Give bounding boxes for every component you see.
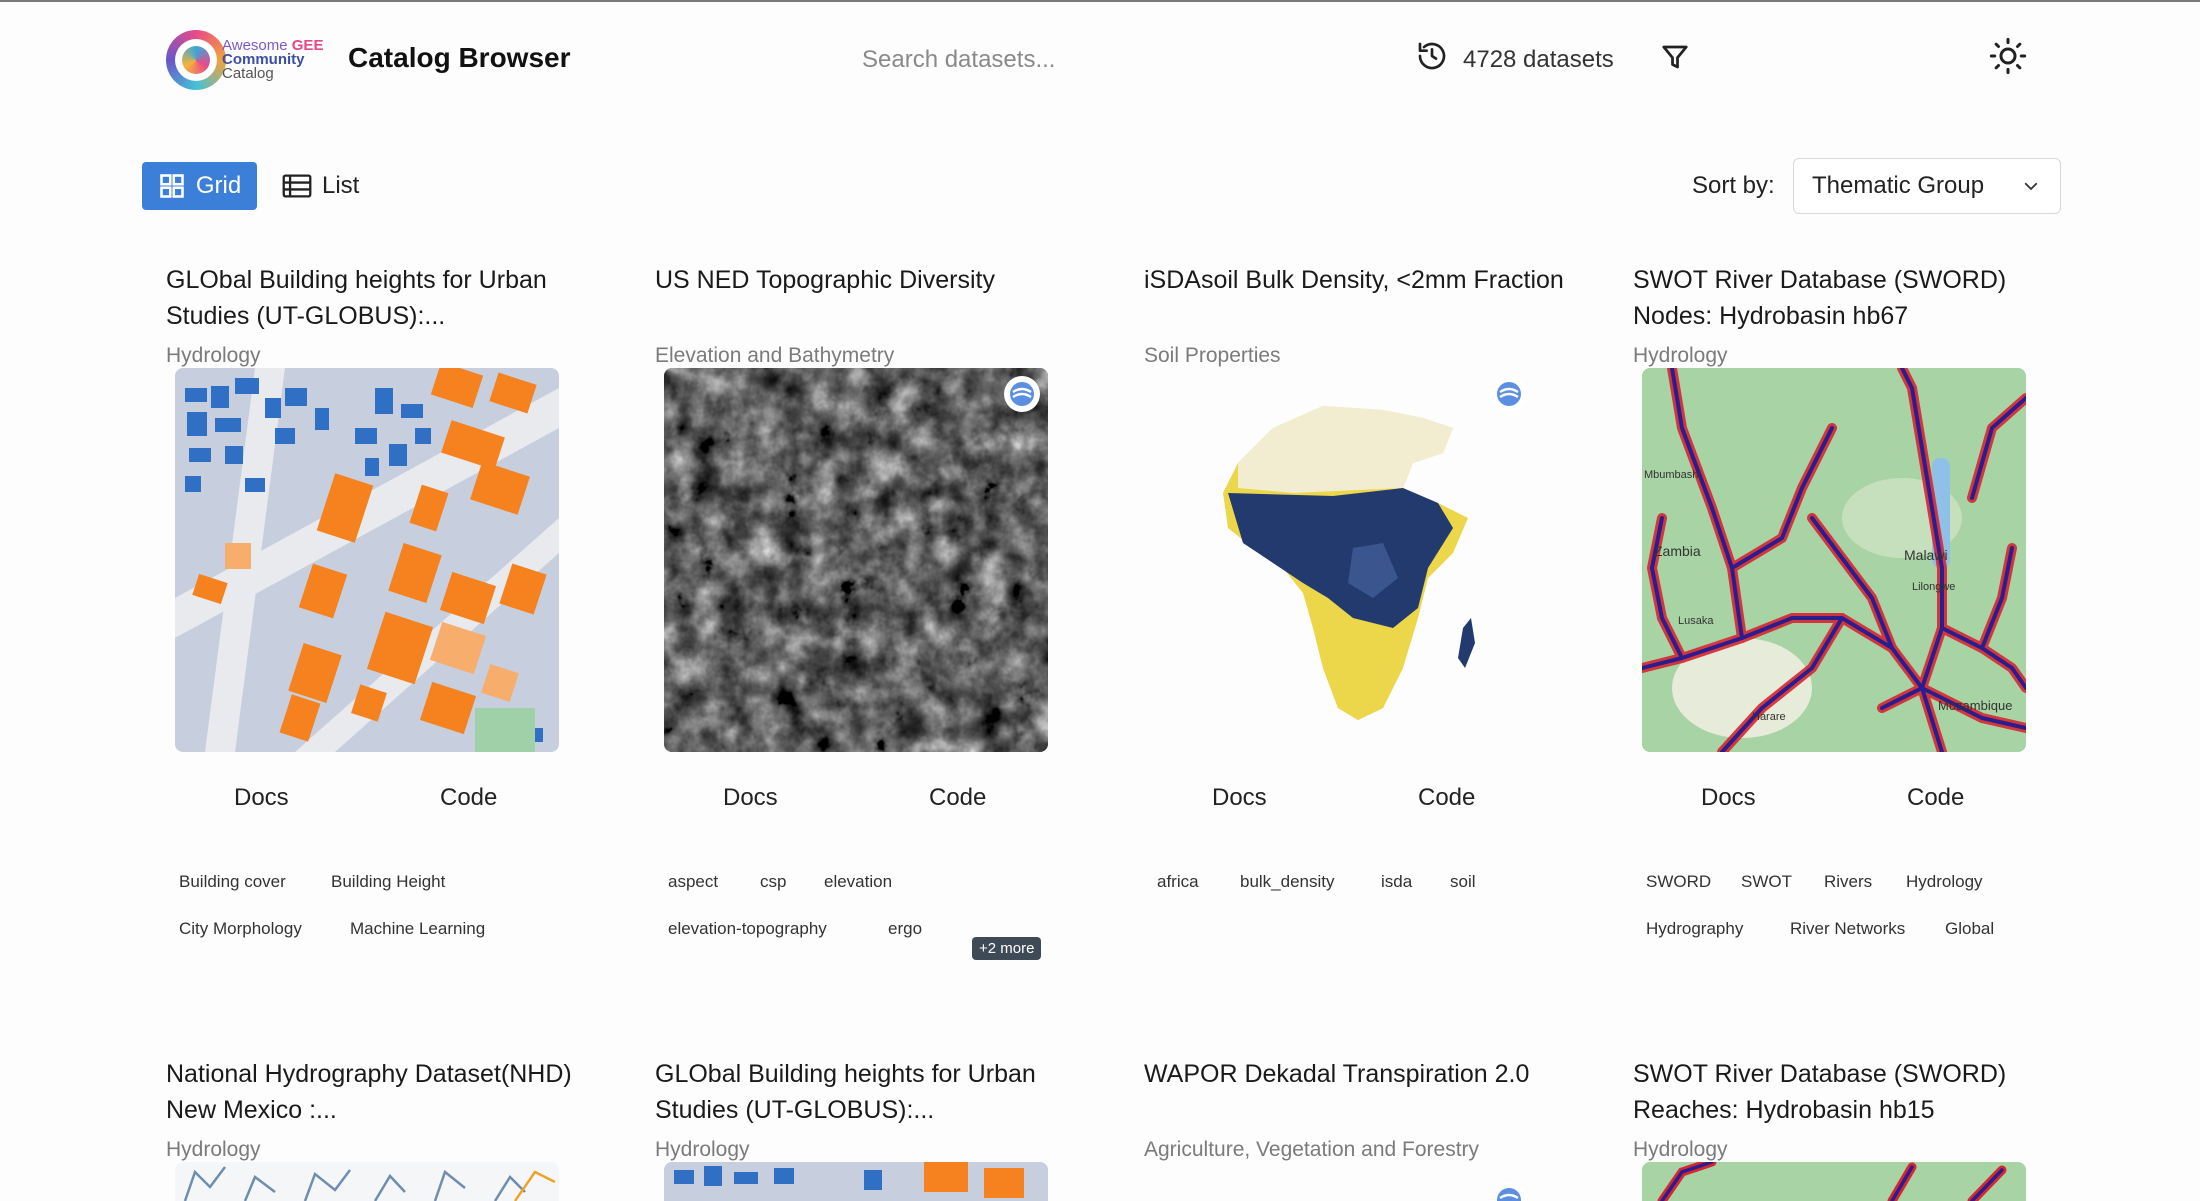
tag[interactable]: aspect <box>668 872 718 892</box>
card-category: Hydrology <box>655 1138 750 1161</box>
grid-view-label: Grid <box>195 172 242 199</box>
more-tags-badge[interactable]: +2 more <box>972 937 1042 960</box>
tag[interactable]: csp <box>760 872 786 892</box>
sort-label: Sort by: <box>1692 172 1775 199</box>
list-view-label: List <box>322 172 360 199</box>
card-title[interactable]: GLObal Building heights for Urban Studie… <box>655 1056 1095 1128</box>
card-title[interactable]: iSDAsoil Bulk Density, <2mm Fraction <box>1144 262 1584 298</box>
tag[interactable]: Hydrography <box>1646 919 1743 939</box>
history-icon[interactable] <box>1416 40 1448 72</box>
map-label: Harare <box>1752 711 1786 723</box>
card-title[interactable]: US NED Topographic Diversity <box>655 262 1095 298</box>
card-thumbnail[interactable] <box>1153 368 1537 752</box>
card-category: Hydrology <box>166 1138 261 1161</box>
tag[interactable]: isda <box>1381 872 1412 892</box>
dataset-count: 4728 datasets <box>1463 46 1614 73</box>
gee-logo-icon <box>1004 376 1040 412</box>
sun-icon[interactable] <box>1988 36 2028 76</box>
river-network-map-image: Zambia Malawi Lilongwe Lusaka Harare Moz… <box>1642 368 2026 752</box>
tag[interactable]: SWORD <box>1646 872 1711 892</box>
map-label: Mbumbashi <box>1644 469 1701 481</box>
filter-icon[interactable] <box>1660 42 1690 72</box>
card-thumbnail[interactable] <box>1642 1162 2026 1201</box>
grid-view-button[interactable]: Grid <box>142 162 257 210</box>
sort-value: Thematic Group <box>1812 172 1985 199</box>
river-network-map-image <box>1642 1162 2026 1201</box>
card-title[interactable]: SWOT River Database (SWORD) Reaches: Hyd… <box>1633 1056 2073 1128</box>
tag[interactable]: Machine Learning <box>350 919 485 939</box>
card-thumbnail[interactable] <box>664 1162 1048 1201</box>
topographic-diversity-image <box>664 368 1048 752</box>
africa-soil-map-image <box>1153 368 1537 752</box>
code-link[interactable]: Code <box>1418 784 1475 812</box>
docs-link[interactable]: Docs <box>723 784 778 812</box>
card-title[interactable]: National Hydrography Dataset(NHD) New Me… <box>166 1056 606 1128</box>
list-view-button[interactable]: List <box>282 162 382 210</box>
tag[interactable]: soil <box>1450 872 1476 892</box>
tag[interactable]: africa <box>1157 872 1199 892</box>
building-height-map-image <box>175 368 559 752</box>
docs-link[interactable]: Docs <box>1212 784 1267 812</box>
grid-icon <box>160 174 184 198</box>
hydrography-map-image <box>175 1162 559 1201</box>
map-label: Lusaka <box>1678 615 1714 627</box>
card-title[interactable]: SWOT River Database (SWORD) Nodes: Hydro… <box>1633 262 2073 334</box>
tag[interactable]: Hydrology <box>1906 872 1983 892</box>
tag[interactable]: River Networks <box>1790 919 1905 939</box>
card-category: Soil Properties <box>1144 344 1281 367</box>
app-logo[interactable]: Awesome GEE Community Catalog <box>166 28 336 94</box>
map-label: Malawi <box>1904 547 1948 563</box>
card-category: Elevation and Bathymetry <box>655 344 895 367</box>
card-title[interactable]: WAPOR Dekadal Transpiration 2.0 <box>1144 1056 1584 1092</box>
card-category: Hydrology <box>166 344 261 367</box>
tag[interactable]: Building cover <box>179 872 286 892</box>
card-category: Hydrology <box>1633 1138 1728 1161</box>
header: Awesome GEE Community Catalog Catalog Br… <box>0 0 2200 120</box>
card-title[interactable]: GLObal Building heights for Urban Studie… <box>166 262 606 334</box>
list-icon <box>282 174 312 198</box>
map-label: Mozambique <box>1938 698 2012 713</box>
tag[interactable]: Rivers <box>1824 872 1872 892</box>
tag[interactable]: ergo <box>888 919 922 939</box>
tag[interactable]: City Morphology <box>179 919 302 939</box>
card-thumbnail[interactable] <box>175 1162 559 1201</box>
tag[interactable]: elevation <box>824 872 892 892</box>
code-link[interactable]: Code <box>929 784 986 812</box>
chevron-down-icon <box>2024 182 2038 190</box>
tag[interactable]: SWOT <box>1741 872 1792 892</box>
search-input[interactable] <box>862 40 1222 80</box>
card-thumbnail[interactable] <box>175 368 559 752</box>
logo-ring-icon <box>166 30 226 90</box>
gee-logo-icon <box>1491 376 1527 412</box>
gee-logo-icon <box>1491 1182 1527 1201</box>
tag[interactable]: Global <box>1945 919 1994 939</box>
tag[interactable]: bulk_density <box>1240 872 1335 892</box>
sort-select[interactable]: Thematic Group <box>1793 158 2061 214</box>
card-thumbnail[interactable] <box>664 368 1048 752</box>
card-category: Agriculture, Vegetation and Forestry <box>1144 1138 1480 1161</box>
docs-link[interactable]: Docs <box>1701 784 1756 812</box>
code-link[interactable]: Code <box>440 784 497 812</box>
building-height-map-image <box>664 1162 1048 1201</box>
card-category: Hydrology <box>1633 344 1728 367</box>
map-label: Zambia <box>1654 543 1701 559</box>
docs-link[interactable]: Docs <box>234 784 289 812</box>
tag[interactable]: elevation-topography <box>668 919 827 939</box>
map-label: Lilongwe <box>1912 581 1955 593</box>
tag[interactable]: Building Height <box>331 872 445 892</box>
code-link[interactable]: Code <box>1907 784 1964 812</box>
logo-text-line3: Catalog <box>222 65 274 82</box>
app-title: Catalog Browser <box>348 42 571 73</box>
card-thumbnail[interactable]: Zambia Malawi Lilongwe Lusaka Harare Moz… <box>1642 368 2026 752</box>
